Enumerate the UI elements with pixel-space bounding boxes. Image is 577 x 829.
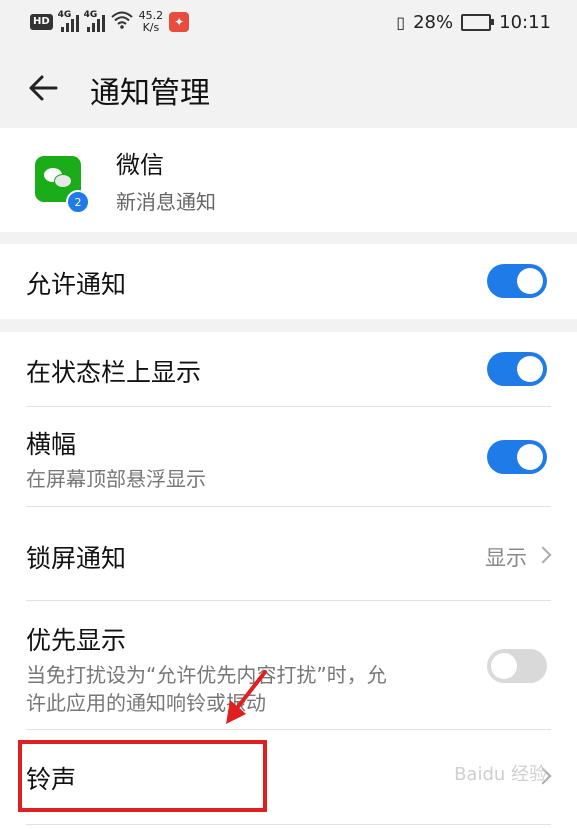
banner-row[interactable]: 横幅 在屏幕顶部悬浮显示 bbox=[0, 407, 577, 507]
status-bar-display-label: 在状态栏上显示 bbox=[26, 358, 202, 387]
battery-percent: 28% bbox=[413, 12, 454, 33]
priority-subtitle-line1: 当免打扰设为“允许优先内容打扰”时，允 bbox=[26, 663, 387, 687]
hd-icon: HD bbox=[30, 14, 53, 30]
status-bar: HD 4G 4G 45.2 K/s ✦ ▯ 28% 10:11 bbox=[0, 0, 577, 52]
watermark: Baidu 经验 bbox=[454, 764, 547, 785]
priority-label: 优先显示 bbox=[26, 626, 127, 655]
banner-toggle[interactable] bbox=[487, 440, 547, 474]
status-bar-display-row[interactable]: 在状态栏上显示 bbox=[0, 332, 577, 407]
highlight-box bbox=[18, 740, 267, 812]
back-arrow-icon bbox=[29, 75, 58, 101]
network-speed: 45.2 K/s bbox=[138, 9, 164, 34]
back-button[interactable] bbox=[26, 70, 62, 106]
status-bar-display-toggle[interactable] bbox=[487, 352, 547, 386]
clock: 10:11 bbox=[499, 12, 551, 33]
annotation-arrow-icon bbox=[226, 670, 267, 724]
toolbar: 通知管理 bbox=[0, 52, 577, 128]
app-notification-icon: ✦ bbox=[169, 12, 190, 32]
allow-notifications-label: 允许通知 bbox=[26, 270, 127, 299]
priority-row[interactable]: 优先显示 当免打扰设为“允许优先内容打扰”时，允 许此应用的通知响铃或振动 bbox=[0, 601, 577, 729]
signal-icon: 4G bbox=[58, 10, 79, 32]
banner-label: 横幅 bbox=[26, 430, 77, 459]
app-name: 微信 bbox=[116, 151, 164, 179]
allow-notifications-row[interactable]: 允许通知 bbox=[0, 244, 577, 319]
signal-icon-2: 4G bbox=[84, 10, 105, 32]
wifi-icon bbox=[111, 11, 133, 34]
vibrate-icon: ▯ bbox=[396, 13, 406, 32]
lock-screen-row[interactable]: 锁屏通知 显示 bbox=[0, 507, 577, 600]
page-title: 通知管理 bbox=[90, 76, 210, 111]
banner-subtitle: 在屏幕顶部悬浮显示 bbox=[26, 467, 206, 491]
status-right: ▯ 28% 10:11 bbox=[396, 12, 551, 33]
allow-notifications-toggle[interactable] bbox=[487, 264, 547, 298]
priority-toggle[interactable] bbox=[487, 649, 547, 683]
battery-icon bbox=[461, 14, 495, 31]
twin-app-badge: 2 bbox=[66, 190, 90, 214]
lock-screen-label: 锁屏通知 bbox=[26, 544, 127, 573]
divider bbox=[26, 824, 551, 825]
app-subtitle: 新消息通知 bbox=[116, 190, 216, 214]
lock-screen-value: 显示 bbox=[485, 546, 527, 570]
chevron-right-icon bbox=[534, 546, 552, 564]
allow-notifications-card: 允许通知 bbox=[0, 244, 577, 319]
app-header-card: 2 微信 新消息通知 bbox=[0, 128, 577, 232]
status-left: HD 4G 4G 45.2 K/s ✦ bbox=[30, 9, 190, 34]
